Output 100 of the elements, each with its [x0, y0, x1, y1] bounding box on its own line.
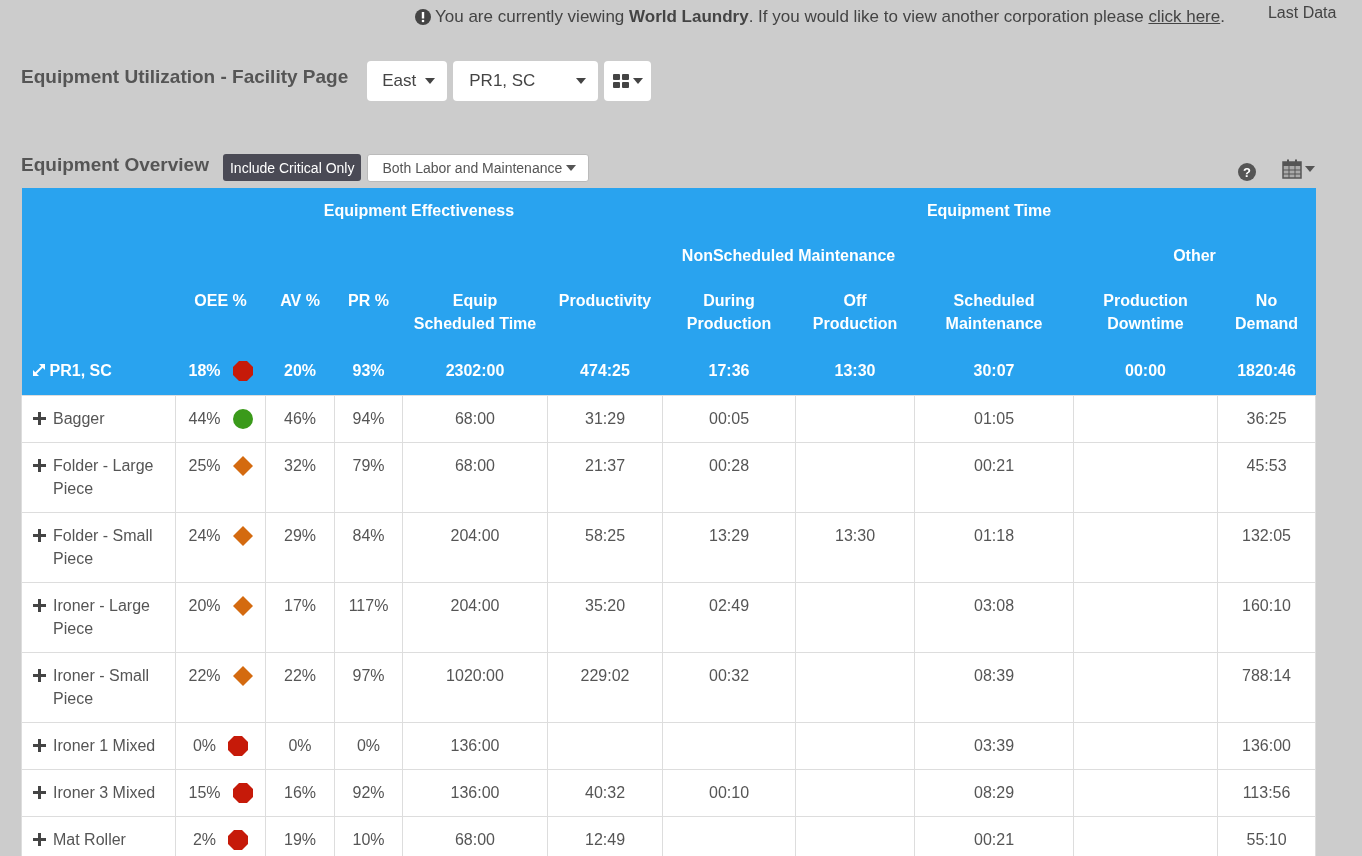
table-cell-text: 24% — [188, 526, 221, 546]
table-cell-text: 25% — [188, 456, 221, 476]
group-header: Equipment Effectiveness — [175, 188, 663, 233]
table-cell: 0% — [265, 722, 335, 770]
layout-button[interactable] — [604, 61, 652, 101]
column-header: Off Production — [795, 278, 915, 346]
caret-icon — [566, 164, 577, 171]
plus-icon[interactable] — [33, 599, 46, 612]
equipment-name: Folder - Small Piece — [53, 526, 154, 569]
table-cell: 00:32 — [662, 652, 796, 723]
equipment-name: Ironer - Large Piece — [53, 596, 151, 639]
table-cell-text: 0% — [192, 736, 217, 756]
plus-icon[interactable] — [33, 529, 46, 542]
table-cell: 0% — [334, 722, 403, 770]
table-cell: 32% — [265, 442, 335, 513]
grid-icon — [613, 74, 630, 88]
table-cell: 08:29 — [914, 769, 1074, 817]
table-cell: 136:00 — [1217, 722, 1316, 770]
table-cell: 00:05 — [662, 395, 796, 443]
table-cell: 01:18 — [914, 512, 1074, 583]
summary-value: 2302:00 — [402, 346, 548, 396]
column-header: Scheduled Maintenance — [914, 278, 1074, 346]
table-cell: 68:00 — [402, 395, 548, 443]
region-dropdown[interactable]: East — [367, 61, 448, 101]
caret-icon — [425, 78, 436, 84]
labor-filter-dropdown[interactable]: Both Labor and Maintenance — [367, 153, 590, 182]
calendar-icon — [1282, 158, 1302, 179]
column-header: Productivity — [547, 278, 663, 346]
table-cell: 22% — [265, 652, 335, 723]
table-cell: 10% — [334, 816, 403, 856]
table-cell: 19% — [265, 816, 335, 856]
table-cell: 113:56 — [1217, 769, 1316, 817]
table-cell: 16% — [265, 769, 335, 817]
plus-icon[interactable] — [33, 669, 46, 682]
plus-icon[interactable] — [33, 833, 46, 846]
summary-value: 20% — [265, 346, 335, 396]
table-cell: 36:25 — [1217, 395, 1316, 443]
table-cell: 13:30 — [795, 512, 915, 583]
subgroup-header: NonScheduled Maintenance — [662, 233, 915, 278]
facility-dropdown[interactable]: PR1, SC — [453, 61, 599, 101]
summary-value: 00:00 — [1073, 346, 1218, 396]
equipment-name: Bagger — [53, 409, 105, 429]
table-cell: 68:00 — [402, 442, 548, 513]
calendar-button[interactable] — [1282, 158, 1315, 179]
summary-value: 474:25 — [547, 346, 663, 396]
table-cell: 00:21 — [914, 442, 1074, 513]
section-title: Equipment Overview — [21, 153, 209, 176]
exclamation-icon — [415, 9, 431, 25]
click-here-link[interactable]: click here — [1148, 7, 1221, 26]
column-header: AV % — [265, 278, 335, 346]
table-cell-text: 44% — [188, 409, 221, 429]
caret-icon — [633, 78, 644, 84]
table-cell: 46% — [265, 395, 335, 443]
plus-icon[interactable] — [33, 786, 46, 799]
table-cell: 58:25 — [547, 512, 663, 583]
table-cell-text: 2% — [192, 830, 217, 850]
summary-value: 1820:46 — [1217, 346, 1316, 396]
equipment-name: Ironer 1 Mixed — [53, 736, 156, 756]
table-cell: 160:10 — [1217, 582, 1316, 653]
table-cell: 1020:00 — [402, 652, 548, 723]
table-cell: 68:00 — [402, 816, 548, 856]
table-cell: 13:29 — [662, 512, 796, 583]
column-header: Production Downtime — [1073, 278, 1218, 346]
summary-value: 13:30 — [795, 346, 915, 396]
column-header: OEE % — [175, 278, 266, 346]
table-cell: 02:49 — [662, 582, 796, 653]
table-cell: 84% — [334, 512, 403, 583]
table-cell: 17% — [265, 582, 335, 653]
equipment-name: Ironer 3 Mixed — [53, 783, 156, 803]
table-cell-text: 15% — [188, 783, 221, 803]
table-cell: 08:39 — [914, 652, 1074, 723]
table-cell: 788:14 — [1217, 652, 1316, 723]
subgroup-header: Other — [1073, 233, 1316, 278]
summary-value: 18% — [188, 361, 221, 381]
column-header: PR % — [334, 278, 403, 346]
table-cell: 03:39 — [914, 722, 1074, 770]
table-cell: 45:53 — [1217, 442, 1316, 513]
table-cell: 136:00 — [402, 769, 548, 817]
critical-only-button[interactable]: Include Critical Only — [222, 154, 362, 181]
caret-icon — [1305, 165, 1315, 172]
plus-icon[interactable] — [33, 739, 46, 752]
plus-icon[interactable] — [33, 459, 46, 472]
table-cell-text: 20% — [188, 596, 221, 616]
notice-text: You are currently viewing World Laundry. If you would like to view another corporation please click here. — [435, 7, 1225, 27]
equipment-name: Folder - Large Piece — [53, 456, 155, 499]
table-cell: 12:49 — [547, 816, 663, 856]
table-cell: 00:28 — [662, 442, 796, 513]
help-icon[interactable]: ? — [1238, 163, 1256, 181]
table-cell: 01:05 — [914, 395, 1074, 443]
last-data-label: Last Data — [1267, 4, 1337, 22]
plus-icon[interactable] — [33, 412, 46, 425]
table-cell: 29% — [265, 512, 335, 583]
caret-icon — [576, 78, 587, 84]
table-cell: 55:10 — [1217, 816, 1316, 856]
table-cell: 00:10 — [662, 769, 796, 817]
table-cell: 00:21 — [914, 816, 1074, 856]
table-cell: 204:00 — [402, 512, 548, 583]
expand-icon[interactable] — [31, 363, 46, 377]
table-cell: 132:05 — [1217, 512, 1316, 583]
summary-value: 17:36 — [662, 346, 796, 396]
